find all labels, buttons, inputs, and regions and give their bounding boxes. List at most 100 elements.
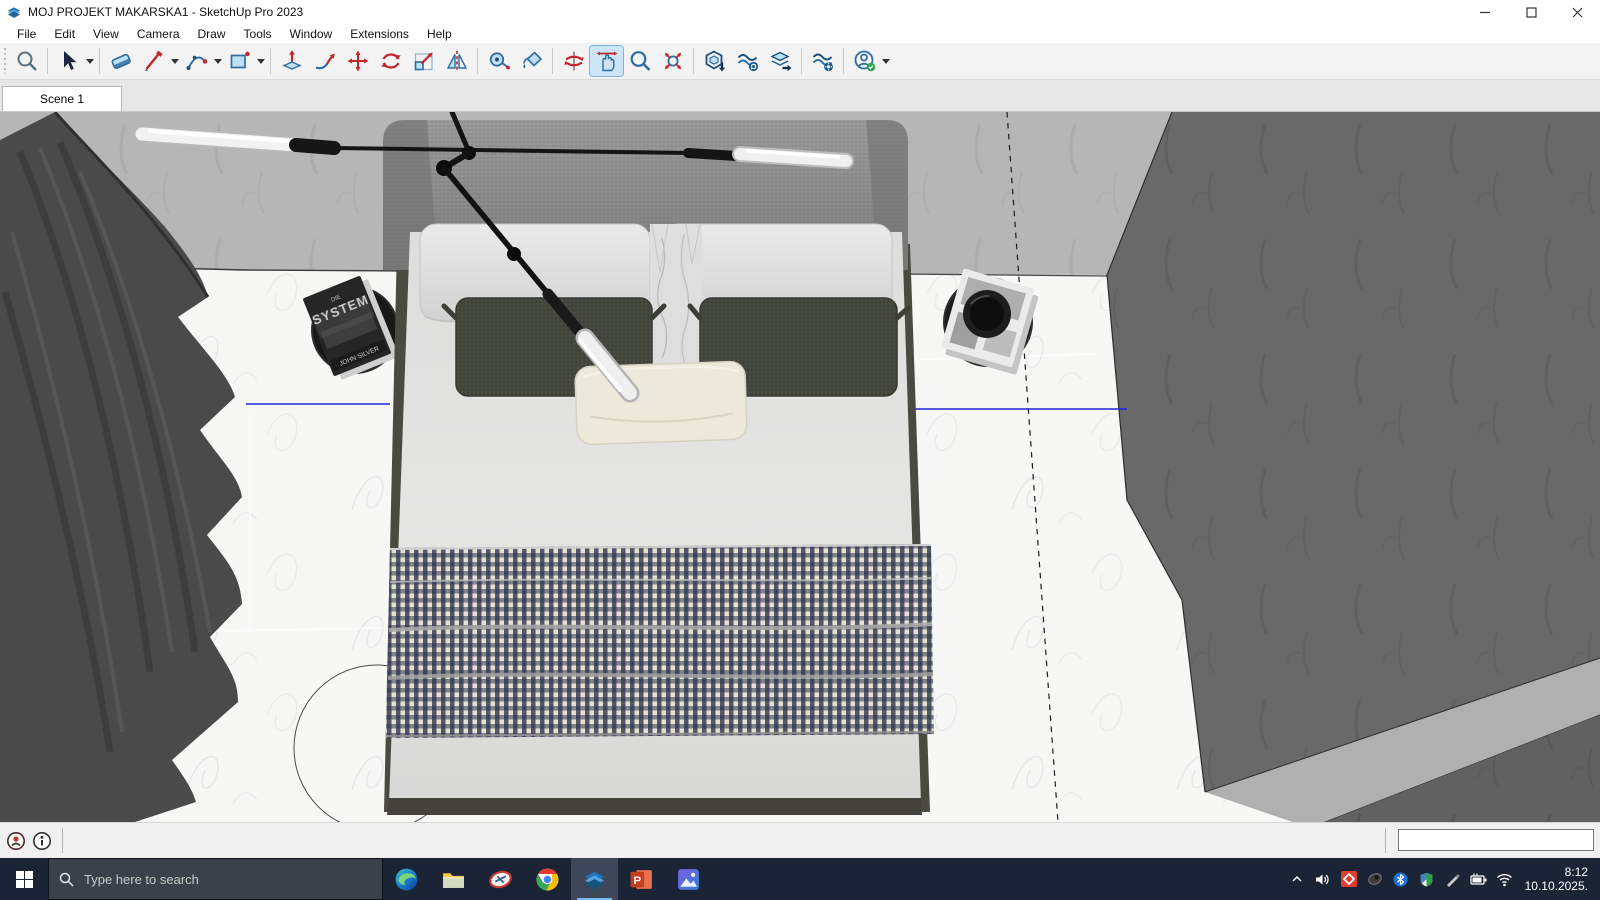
accent-pillow xyxy=(575,361,748,445)
tray-volume-button[interactable] xyxy=(1313,869,1333,889)
menu-file[interactable]: File xyxy=(8,26,45,42)
rectangle-tool-caret[interactable] xyxy=(256,46,266,76)
diamond-badge-icon xyxy=(1341,871,1357,887)
tray-wifi-button[interactable] xyxy=(1495,869,1515,889)
tray-chevron-button[interactable] xyxy=(1287,869,1307,889)
powerpoint-icon: P xyxy=(629,867,654,892)
pan-hand-icon xyxy=(595,49,619,73)
clock-time: 8:12 xyxy=(1525,865,1588,879)
send-to-layout-button[interactable] xyxy=(764,46,797,76)
tray-pen-button[interactable] xyxy=(1443,869,1463,889)
search-input[interactable] xyxy=(82,871,372,888)
chevron-down-icon xyxy=(214,57,222,65)
move-tool-button[interactable] xyxy=(341,46,374,76)
pushpull-icon xyxy=(280,49,304,73)
close-icon xyxy=(1572,7,1583,18)
measurements-input[interactable] xyxy=(1398,829,1594,851)
tray-bluetooth-button[interactable] xyxy=(1391,869,1411,889)
model-viewport[interactable]: DIE SYSTEM JOHN SILVER xyxy=(0,112,1600,822)
menu-tools[interactable]: Tools xyxy=(235,26,281,42)
menu-help[interactable]: Help xyxy=(418,26,461,42)
status-bar xyxy=(0,822,1600,858)
info-icon xyxy=(32,831,52,851)
tray-battery-button[interactable] xyxy=(1469,869,1489,889)
tray-satellite-button[interactable] xyxy=(1365,869,1385,889)
window-title: MOJ PROJEKT MAKARSKA1 - SketchUp Pro 202… xyxy=(28,5,303,19)
extension-manager-button[interactable] xyxy=(806,46,839,76)
stylus-icon xyxy=(1445,872,1460,887)
rectangle-icon xyxy=(228,49,252,73)
menu-window[interactable]: Window xyxy=(281,26,342,42)
share-model-button[interactable] xyxy=(731,46,764,76)
minimize-button[interactable] xyxy=(1462,0,1508,24)
status-divider xyxy=(1385,828,1386,853)
taskbar-app-powerpoint[interactable]: P xyxy=(618,858,665,900)
pan-tool-button[interactable] xyxy=(590,46,623,76)
taskbar-app-explorer[interactable] xyxy=(430,858,477,900)
chevron-down-icon xyxy=(257,57,265,65)
3d-warehouse-button[interactable] xyxy=(698,46,731,76)
taskbar-clock[interactable]: 8:12 10.10.2025. xyxy=(1521,865,1596,893)
orbit-tool-button[interactable] xyxy=(557,46,590,76)
select-tool-button[interactable] xyxy=(52,46,85,76)
scale-icon xyxy=(412,49,436,73)
zoom-tool-button[interactable] xyxy=(623,46,656,76)
system-tray: 8:12 10.10.2025. xyxy=(1287,858,1600,900)
select-tool-caret[interactable] xyxy=(85,46,95,76)
sketchup-icon xyxy=(582,867,607,892)
arc-tool-caret[interactable] xyxy=(213,46,223,76)
bed[interactable] xyxy=(383,120,934,815)
tape-measure-tool-button[interactable] xyxy=(482,46,515,76)
tray-anydesk-button[interactable] xyxy=(1339,869,1359,889)
paint-bucket-tool-button[interactable] xyxy=(515,46,548,76)
account-button[interactable] xyxy=(848,46,881,76)
status-divider xyxy=(62,828,63,853)
taskbar-app-sketchup[interactable] xyxy=(571,858,618,900)
menu-extensions[interactable]: Extensions xyxy=(341,26,418,42)
search-tool-button[interactable] xyxy=(10,46,43,76)
menu-edit[interactable]: Edit xyxy=(45,26,84,42)
sketchup-window: MOJ PROJEKT MAKARSKA1 - SketchUp Pro 202… xyxy=(0,0,1600,900)
rotate-tool-button[interactable] xyxy=(374,46,407,76)
taskbar-search[interactable] xyxy=(48,858,383,900)
maximize-icon xyxy=(1526,7,1537,18)
flip-icon xyxy=(445,49,469,73)
start-button[interactable] xyxy=(0,858,48,900)
taskbar-app-design[interactable] xyxy=(477,858,524,900)
toolbar-grip[interactable] xyxy=(2,48,10,74)
taskbar-app-chrome[interactable] xyxy=(524,858,571,900)
taskbar-app-photos[interactable] xyxy=(665,858,712,900)
flip-tool-button[interactable] xyxy=(440,46,473,76)
line-tool-button[interactable] xyxy=(137,46,170,76)
scene-tab-bar: Scene 1 xyxy=(0,80,1600,112)
battery-plug-icon xyxy=(1470,872,1487,887)
tray-defender-button[interactable] xyxy=(1417,869,1437,889)
close-button[interactable] xyxy=(1554,0,1600,24)
geolocation-button[interactable] xyxy=(6,831,26,851)
scene-tab[interactable]: Scene 1 xyxy=(2,86,122,111)
pencil-icon xyxy=(142,49,166,73)
select-cursor-icon xyxy=(57,49,81,73)
menu-draw[interactable]: Draw xyxy=(189,26,235,42)
clock-date: 10.10.2025. xyxy=(1525,879,1588,893)
eraser-tool-button[interactable] xyxy=(104,46,137,76)
checkered-blanket xyxy=(386,544,934,738)
account-caret[interactable] xyxy=(881,46,891,76)
scale-tool-button[interactable] xyxy=(407,46,440,76)
taskbar-app-edge[interactable] xyxy=(383,858,430,900)
sketchup-logo-icon xyxy=(6,4,22,20)
zoom-extents-tool-button[interactable] xyxy=(656,46,689,76)
arc-tool-button[interactable] xyxy=(180,46,213,76)
arc-icon xyxy=(185,49,209,73)
followme-tool-button[interactable] xyxy=(308,46,341,76)
line-tool-caret[interactable] xyxy=(170,46,180,76)
pushpull-tool-button[interactable] xyxy=(275,46,308,76)
rectangle-tool-button[interactable] xyxy=(223,46,256,76)
folder-icon xyxy=(441,867,466,892)
credits-info-button[interactable] xyxy=(32,831,52,851)
maximize-button[interactable] xyxy=(1508,0,1554,24)
menu-view[interactable]: View xyxy=(84,26,128,42)
scene-tab-label: Scene 1 xyxy=(40,92,84,106)
menu-camera[interactable]: Camera xyxy=(128,26,189,42)
search-icon xyxy=(59,872,74,887)
